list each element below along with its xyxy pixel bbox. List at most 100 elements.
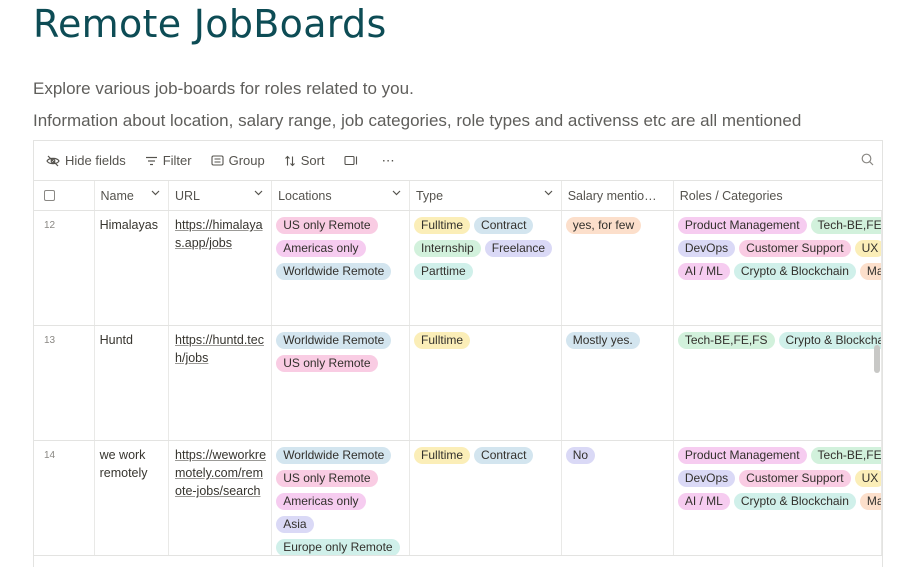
types-tags: Fulltime Contract bbox=[414, 447, 557, 470]
role-tag: DevOps bbox=[677, 470, 736, 487]
row-number: 12 bbox=[34, 211, 95, 325]
location-tag: Europe only Remote bbox=[276, 539, 400, 555]
types-tags: Fulltime bbox=[414, 332, 557, 355]
role-tag: UX bbox=[854, 470, 882, 487]
more-options-button[interactable]: ⋯ bbox=[382, 153, 395, 169]
chevron-down-icon bbox=[254, 190, 263, 196]
chevron-down-icon bbox=[544, 190, 553, 196]
roles-tags: Product ManagementTech-BE,FE,FS DevOpsCus… bbox=[677, 447, 882, 516]
filter-button[interactable]: Filter bbox=[145, 153, 192, 168]
name-cell[interactable]: Himalayas bbox=[95, 211, 170, 325]
location-tag: Asia bbox=[276, 516, 314, 533]
role-tag: AI / ML bbox=[677, 263, 730, 280]
roles-cell[interactable]: Tech-BE,FE,FSCrypto & Blockchain bbox=[674, 326, 882, 440]
locations-tags: Worldwide Remote US only Remote bbox=[276, 332, 405, 378]
eye-off-icon bbox=[46, 155, 60, 166]
type-tag: Freelance bbox=[484, 240, 553, 257]
column-header-type[interactable]: Type bbox=[410, 181, 562, 210]
role-tag: Product Management bbox=[677, 217, 807, 234]
role-tag: Ma bbox=[859, 493, 882, 510]
column-header-name[interactable]: Name bbox=[95, 181, 169, 210]
type-tag: Parttime bbox=[414, 263, 473, 280]
filter-icon bbox=[145, 156, 157, 165]
role-tag: AI / ML bbox=[677, 493, 730, 510]
layout-button[interactable] bbox=[344, 155, 363, 166]
role-tag: Tech-BE,FE,FS bbox=[810, 447, 882, 464]
location-tag: Worldwide Remote bbox=[276, 447, 392, 464]
select-all-checkbox[interactable] bbox=[44, 190, 55, 201]
column-label: Locations bbox=[278, 188, 332, 203]
group-button[interactable]: Group bbox=[211, 153, 265, 168]
hide-fields-button[interactable]: Hide fields bbox=[46, 153, 126, 168]
table-header: Name URL Locations Type Salary mentio… R… bbox=[34, 181, 882, 211]
roles-tags: Product ManagementTech-BE,FE,FS DevOpsCus… bbox=[677, 217, 882, 286]
roles-cell[interactable]: Product ManagementTech-BE,FE,FS DevOpsCus… bbox=[674, 211, 882, 325]
column-header-locations[interactable]: Locations bbox=[272, 181, 410, 210]
chevron-down-icon bbox=[151, 190, 160, 196]
toolbar: Hide fields Filter Group Sort ⋯ bbox=[34, 141, 882, 181]
search-icon[interactable] bbox=[861, 153, 874, 166]
role-tag: Tech-BE,FE,FS bbox=[810, 217, 882, 234]
vertical-scrollbar[interactable] bbox=[874, 345, 880, 373]
role-tag: Ma bbox=[859, 263, 882, 280]
salary-tag: yes, for few bbox=[565, 217, 642, 234]
database-view: Hide fields Filter Group Sort ⋯ Name URL… bbox=[33, 140, 883, 567]
select-all-header bbox=[34, 181, 95, 210]
location-tag: Worldwide Remote bbox=[276, 332, 392, 349]
locations-cell[interactable]: US only Remote Americas only Worldwide Rem… bbox=[272, 211, 411, 325]
types-cell[interactable]: Fulltime Contract bbox=[410, 441, 562, 555]
group-label: Group bbox=[228, 153, 265, 168]
table-row[interactable]: 13 Huntd https://huntd.tech/jobs Worldwide … bbox=[34, 326, 882, 441]
page-title: Remote JobBoards bbox=[33, 2, 387, 46]
url-link[interactable]: https://weworkremotely.com/remote-jobs/s… bbox=[175, 448, 266, 498]
locations-cell[interactable]: Worldwide Remote US only Remote Americas o… bbox=[272, 441, 411, 555]
salary-tags: Mostly yes. bbox=[565, 332, 669, 355]
sort-button[interactable]: Sort bbox=[284, 153, 325, 168]
types-cell[interactable]: Fulltime Contract Internship Freelance Partt… bbox=[410, 211, 562, 325]
locations-tags: US only Remote Americas only Worldwide Rem… bbox=[276, 217, 405, 286]
filter-label: Filter bbox=[162, 153, 192, 168]
more-options-icon: ⋯ bbox=[381, 152, 395, 168]
data-table: Name URL Locations Type Salary mentio… R… bbox=[34, 181, 882, 556]
url-cell: https://weworkremotely.com/remote-jobs/s… bbox=[169, 441, 273, 555]
url-link[interactable]: https://huntd.tech/jobs bbox=[175, 333, 264, 365]
url-cell: https://huntd.tech/jobs bbox=[169, 326, 273, 440]
location-tag: US only Remote bbox=[276, 217, 378, 234]
role-tag: Product Management bbox=[677, 447, 807, 464]
locations-tags: Worldwide Remote US only Remote Americas o… bbox=[276, 447, 405, 555]
name-cell[interactable]: we work remotely bbox=[95, 441, 170, 555]
salary-cell[interactable]: yes, for few bbox=[562, 211, 674, 325]
url-link[interactable]: https://himalayas.app/jobs bbox=[175, 218, 263, 250]
columns-icon bbox=[344, 155, 357, 166]
page-description-2: Information about location, salary range… bbox=[33, 111, 802, 130]
role-tag: DevOps bbox=[677, 240, 736, 257]
salary-tags: No bbox=[565, 447, 669, 470]
types-cell[interactable]: Fulltime bbox=[410, 326, 562, 440]
column-label: Type bbox=[415, 188, 444, 203]
chevron-down-icon bbox=[392, 190, 401, 196]
location-tag: Americas only bbox=[276, 240, 366, 257]
sort-icon bbox=[284, 155, 295, 166]
column-header-salary[interactable]: Salary mentio… bbox=[562, 181, 674, 210]
column-header-roles[interactable]: Roles / Categories bbox=[674, 181, 882, 210]
salary-cell[interactable]: No bbox=[562, 441, 674, 555]
role-tag: Customer Support bbox=[739, 240, 851, 257]
salary-cell[interactable]: Mostly yes. bbox=[562, 326, 674, 440]
name-cell[interactable]: Huntd bbox=[95, 326, 170, 440]
column-header-url[interactable]: URL bbox=[169, 181, 273, 210]
table-row[interactable]: 12 Himalayas https://himalayas.app/jobs US … bbox=[34, 211, 882, 326]
locations-cell[interactable]: Worldwide Remote US only Remote bbox=[272, 326, 411, 440]
salary-tag: No bbox=[565, 447, 596, 464]
type-tag: Contract bbox=[474, 447, 534, 464]
column-label: Name bbox=[100, 188, 134, 203]
role-tag: Crypto & Blockchain bbox=[733, 493, 856, 510]
roles-tags: Tech-BE,FE,FSCrypto & Blockchain bbox=[677, 332, 882, 355]
column-label: URL bbox=[174, 188, 200, 203]
salary-tag: Mostly yes. bbox=[565, 332, 640, 349]
table-row[interactable]: 14 we work remotely https://weworkremotely… bbox=[34, 441, 882, 556]
location-tag: US only Remote bbox=[276, 470, 378, 487]
role-tag: Tech-BE,FE,FS bbox=[677, 332, 775, 349]
type-tag: Contract bbox=[474, 217, 534, 234]
roles-cell[interactable]: Product ManagementTech-BE,FE,FS DevOpsCus… bbox=[674, 441, 882, 555]
group-icon bbox=[211, 155, 224, 166]
